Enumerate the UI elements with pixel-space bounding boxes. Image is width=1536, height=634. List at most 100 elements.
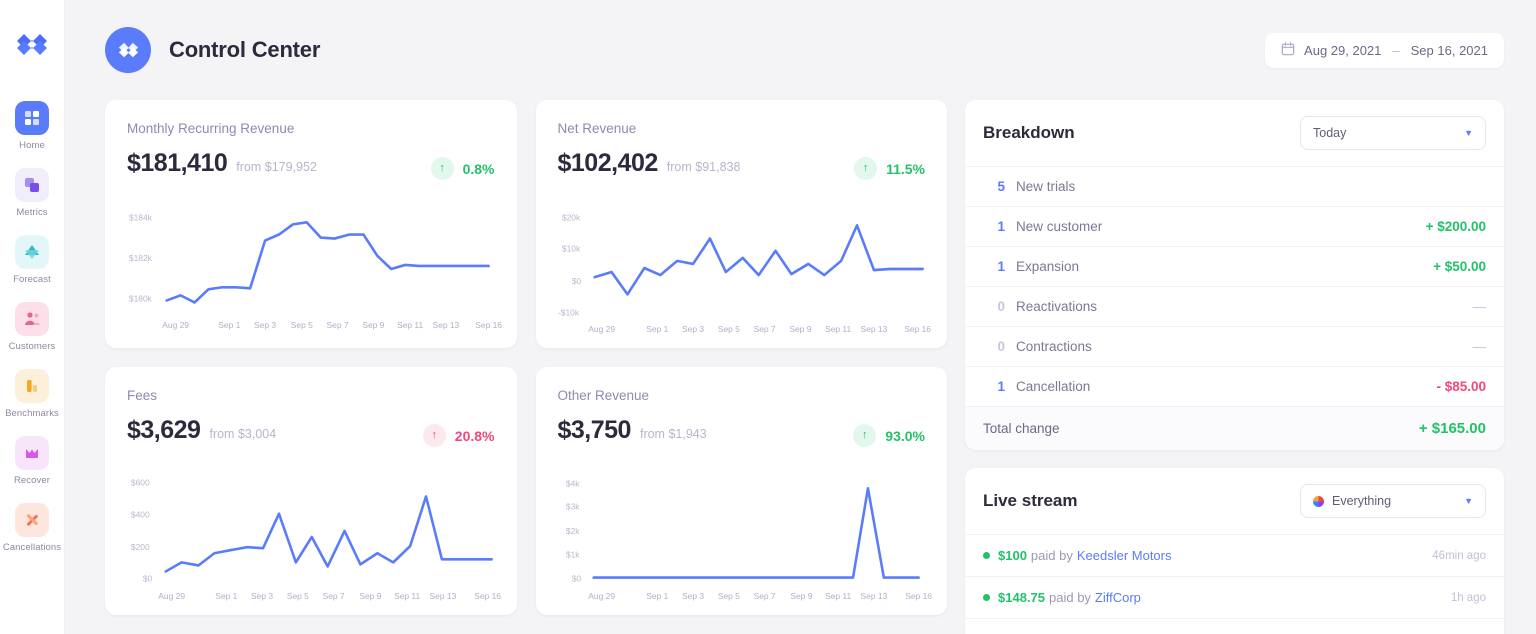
- breakdown-label: Reactivations: [1016, 299, 1097, 314]
- metric-chart-net-revenue: $20k $10k $0 -$10k Aug 29 Sep 1 Sep 3 Se…: [550, 198, 938, 340]
- sidebar-item-forecast[interactable]: Forecast: [0, 226, 65, 293]
- svg-text:$0: $0: [571, 276, 581, 286]
- arrow-up-icon: ↑: [853, 424, 876, 447]
- sidebar-item-recover[interactable]: Recover: [0, 427, 65, 494]
- svg-text:Sep 7: Sep 7: [323, 591, 345, 601]
- metric-title: Net Revenue: [558, 121, 926, 136]
- sidebar-item-label: Home: [19, 140, 45, 151]
- metric-chart-fees: $600 $400 $200 $0 Aug 29 Sep 1 Sep 3 Sep…: [119, 465, 507, 607]
- svg-text:Sep 13: Sep 13: [430, 591, 457, 601]
- sidebar-item-benchmarks[interactable]: Benchmarks: [0, 360, 65, 427]
- metric-value: $102,402: [558, 149, 658, 178]
- svg-text:Sep 9: Sep 9: [362, 320, 384, 330]
- metric-card-row-1: Monthly Recurring Revenue $181,410 from …: [105, 100, 947, 348]
- topbar-left: Control Center: [105, 27, 320, 73]
- live-stream-customer[interactable]: ZiffCorp: [1095, 590, 1141, 605]
- svg-text:$0: $0: [143, 574, 153, 584]
- svg-text:Sep 11: Sep 11: [825, 324, 851, 334]
- live-stream-row[interactable]: $148.75 paid by ZiffCorp 1h ago: [965, 576, 1504, 618]
- breakdown-period-value: Today: [1313, 126, 1346, 140]
- svg-text:$2k: $2k: [565, 526, 579, 536]
- live-stream-customer[interactable]: Keedsler Motors: [1077, 548, 1172, 563]
- baremetrics-logo-icon[interactable]: [13, 26, 51, 64]
- right-panels-column: Breakdown Today ▼ 5 New trials 1 New cus: [965, 100, 1504, 634]
- breakdown-row-new-customer[interactable]: 1 New customer + $200.00: [965, 206, 1504, 246]
- svg-text:$400: $400: [131, 510, 150, 520]
- arrow-up-icon: ↑: [854, 157, 877, 180]
- breakdown-amount: —: [1473, 299, 1487, 314]
- metric-title: Fees: [127, 388, 495, 403]
- metric-card-mrr: Monthly Recurring Revenue $181,410 from …: [105, 100, 517, 348]
- svg-text:$180k: $180k: [129, 293, 153, 303]
- svg-text:Sep 3: Sep 3: [682, 324, 704, 334]
- metric-summary: $3,750 from $1,943 ↑ 93.0%: [558, 416, 926, 447]
- breakdown-count: 0: [983, 299, 1005, 314]
- sidebar-item-label: Metrics: [16, 207, 47, 218]
- metric-delta: ↑ 93.0%: [853, 424, 925, 447]
- metric-title: Other Revenue: [558, 388, 926, 403]
- metric-summary: $102,402 from $91,838 ↑ 11.5%: [558, 149, 926, 180]
- svg-text:Sep 9: Sep 9: [359, 591, 381, 601]
- live-stream-filter-value: Everything: [1332, 494, 1391, 508]
- breakdown-row-expansion[interactable]: 1 Expansion + $50.00: [965, 246, 1504, 286]
- live-stream-row[interactable]: $100 paid by Keedsler Motors 46min ago: [965, 534, 1504, 576]
- svg-text:Sep 3: Sep 3: [682, 591, 704, 601]
- live-stream-verb: paid by: [1049, 590, 1091, 605]
- metric-previous-value: from $3,004: [209, 427, 276, 441]
- svg-text:Aug 29: Aug 29: [158, 591, 185, 601]
- breakdown-period-select[interactable]: Today ▼: [1300, 116, 1486, 150]
- date-range-separator: –: [1390, 43, 1401, 58]
- line-chart-svg: $20k $10k $0 -$10k Aug 29 Sep 1 Sep 3 Se…: [550, 198, 938, 340]
- breakdown-label: New trials: [1016, 179, 1075, 194]
- breakdown-amount: + $50.00: [1433, 259, 1486, 274]
- app-root: Home Metrics Forecast: [0, 0, 1536, 634]
- sidebar-item-label: Forecast: [13, 274, 51, 285]
- sidebar-item-metrics[interactable]: Metrics: [0, 159, 65, 226]
- sidebar-item-home[interactable]: Home: [0, 92, 65, 159]
- svg-text:Aug 29: Aug 29: [588, 324, 615, 334]
- metric-delta-pct: 11.5%: [886, 161, 925, 177]
- metric-delta: ↑ 11.5%: [854, 157, 925, 180]
- svg-text:$3k: $3k: [565, 502, 579, 512]
- baremetrics-circle-icon: [105, 27, 151, 73]
- metric-value: $3,629: [127, 416, 200, 445]
- arrow-up-icon: ↑: [423, 424, 446, 447]
- metric-card-row-2: Fees $3,629 from $3,004 ↑ 20.8% $600: [105, 367, 947, 615]
- line-chart-svg: $600 $400 $200 $0 Aug 29 Sep 1 Sep 3 Sep…: [119, 465, 507, 607]
- breakdown-row-reactivations[interactable]: 0 Reactivations —: [965, 286, 1504, 326]
- breakdown-amount: - $85.00: [1436, 379, 1486, 394]
- svg-text:Sep 7: Sep 7: [327, 320, 349, 330]
- svg-text:Sep 5: Sep 5: [287, 591, 309, 601]
- date-range-start: Aug 29, 2021: [1304, 43, 1381, 58]
- svg-text:Sep 3: Sep 3: [251, 591, 273, 601]
- people-icon: [15, 302, 49, 336]
- date-range-picker[interactable]: Aug 29, 2021 – Sep 16, 2021: [1265, 33, 1504, 68]
- svg-text:Aug 29: Aug 29: [162, 320, 189, 330]
- breakdown-amount: + $200.00: [1426, 219, 1486, 234]
- svg-text:Sep 9: Sep 9: [789, 324, 811, 334]
- svg-text:Sep 5: Sep 5: [717, 324, 739, 334]
- breakdown-total-amount: + $165.00: [1419, 420, 1486, 437]
- metric-card-other-revenue: Other Revenue $3,750 from $1,943 ↑ 93.0%: [536, 367, 948, 615]
- live-stream-filter-select[interactable]: Everything ▼: [1300, 484, 1486, 518]
- breakdown-header: Breakdown Today ▼: [965, 100, 1504, 166]
- live-stream-row-partial[interactable]: [965, 618, 1504, 634]
- breakdown-row-cancellation[interactable]: 1 Cancellation - $85.00: [965, 366, 1504, 406]
- sidebar-item-cancellations[interactable]: Cancellations: [0, 494, 65, 561]
- metric-value: $3,750: [558, 416, 631, 445]
- breakdown-count: 5: [983, 179, 1005, 194]
- svg-text:Sep 16: Sep 16: [475, 320, 502, 330]
- breakdown-row-contractions[interactable]: 0 Contractions —: [965, 326, 1504, 366]
- live-stream-amount: $148.75: [998, 590, 1045, 605]
- metric-summary: $3,629 from $3,004 ↑ 20.8%: [127, 416, 495, 447]
- breakdown-row-new-trials[interactable]: 5 New trials: [965, 166, 1504, 206]
- svg-text:$184k: $184k: [129, 212, 153, 222]
- svg-text:Sep 16: Sep 16: [905, 591, 932, 601]
- sidebar-item-customers[interactable]: Customers: [0, 293, 65, 360]
- svg-text:Sep 11: Sep 11: [825, 591, 851, 601]
- metric-delta-pct: 93.0%: [885, 428, 925, 444]
- calendar-icon: [1281, 42, 1295, 59]
- live-stream-time: 1h ago: [1451, 592, 1486, 604]
- svg-text:$20k: $20k: [561, 212, 580, 222]
- multicolor-dot-icon: [1313, 496, 1324, 507]
